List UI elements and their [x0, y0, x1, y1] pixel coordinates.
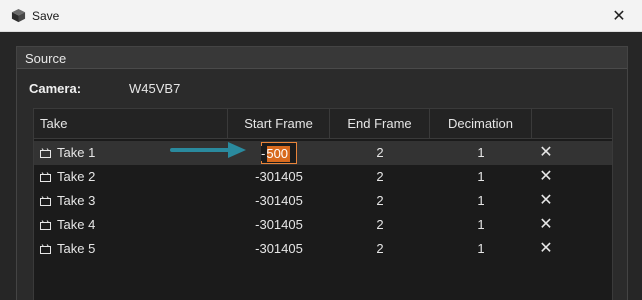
window-title: Save — [32, 9, 60, 23]
clapperboard-icon — [40, 220, 51, 230]
column-header-end-frame[interactable]: End Frame — [330, 109, 430, 139]
end-frame-cell[interactable]: 2 — [330, 213, 430, 237]
decimation-cell[interactable]: 1 — [430, 165, 532, 189]
cube-icon — [11, 8, 26, 23]
source-group-header: Source — [17, 47, 627, 69]
clapperboard-icon — [40, 244, 51, 254]
start-frame-cell[interactable]: -301405 — [228, 213, 330, 237]
close-icon[interactable]: ✕ — [532, 141, 560, 165]
title-bar: Save ✕ — [0, 0, 642, 32]
takes-table: Take Start Frame End Frame Decimation Ta… — [33, 108, 613, 300]
clapperboard-icon — [40, 172, 51, 182]
end-frame-cell[interactable]: 2 — [330, 165, 430, 189]
table-row[interactable]: Take 3 -301405 2 1 ✕ — [34, 189, 612, 213]
take-name: Take 1 — [57, 145, 96, 160]
column-header-decimation[interactable]: Decimation — [430, 109, 532, 139]
start-frame-selected-text: -500 — [261, 146, 291, 162]
take-name: Take 5 — [57, 241, 96, 256]
start-frame-cell[interactable]: -301405 — [228, 237, 330, 261]
camera-value: W45VB7 — [129, 81, 181, 96]
start-frame-cell[interactable]: -301405 — [228, 165, 330, 189]
clapperboard-icon — [40, 148, 51, 158]
column-header-actions — [532, 109, 614, 139]
save-dialog: Source Camera: W45VB7 Take Start Frame E… — [0, 32, 642, 300]
end-frame-cell[interactable]: 2 — [330, 141, 430, 165]
take-cell[interactable]: Take 2 — [40, 165, 226, 189]
take-name: Take 4 — [57, 217, 96, 232]
take-cell[interactable]: Take 3 — [40, 189, 226, 213]
table-row[interactable]: Take 1 -500 2 1 ✕ — [34, 141, 612, 165]
take-name: Take 2 — [57, 169, 96, 184]
arrow-annotation-icon — [170, 142, 246, 158]
close-icon[interactable]: ✕ — [532, 165, 560, 189]
source-label: Source — [25, 51, 67, 66]
clapperboard-icon — [40, 196, 51, 206]
window-close-button[interactable]: ✕ — [596, 0, 642, 32]
start-frame-input[interactable]: -500 — [261, 142, 297, 164]
decimation-cell[interactable]: 1 — [430, 237, 532, 261]
end-frame-cell[interactable]: 2 — [330, 237, 430, 261]
table-row[interactable]: Take 5 -301405 2 1 ✕ — [34, 237, 612, 261]
column-header-take[interactable]: Take — [34, 109, 228, 139]
decimation-cell[interactable]: 1 — [430, 141, 532, 165]
column-header-start-frame[interactable]: Start Frame — [228, 109, 330, 139]
decimation-cell[interactable]: 1 — [430, 189, 532, 213]
table-row[interactable]: Take 2 -301405 2 1 ✕ — [34, 165, 612, 189]
source-group: Source Camera: W45VB7 Take Start Frame E… — [16, 46, 628, 300]
camera-label: Camera: — [29, 81, 82, 96]
take-name: Take 3 — [57, 193, 96, 208]
table-row[interactable]: Take 4 -301405 2 1 ✕ — [34, 213, 612, 237]
take-cell[interactable]: Take 4 — [40, 213, 226, 237]
take-cell[interactable]: Take 5 — [40, 237, 226, 261]
close-icon[interactable]: ✕ — [532, 189, 560, 213]
table-header: Take Start Frame End Frame Decimation — [34, 109, 612, 139]
start-frame-cell[interactable]: -301405 — [228, 189, 330, 213]
close-icon[interactable]: ✕ — [532, 237, 560, 261]
close-icon[interactable]: ✕ — [532, 213, 560, 237]
decimation-cell[interactable]: 1 — [430, 213, 532, 237]
end-frame-cell[interactable]: 2 — [330, 189, 430, 213]
